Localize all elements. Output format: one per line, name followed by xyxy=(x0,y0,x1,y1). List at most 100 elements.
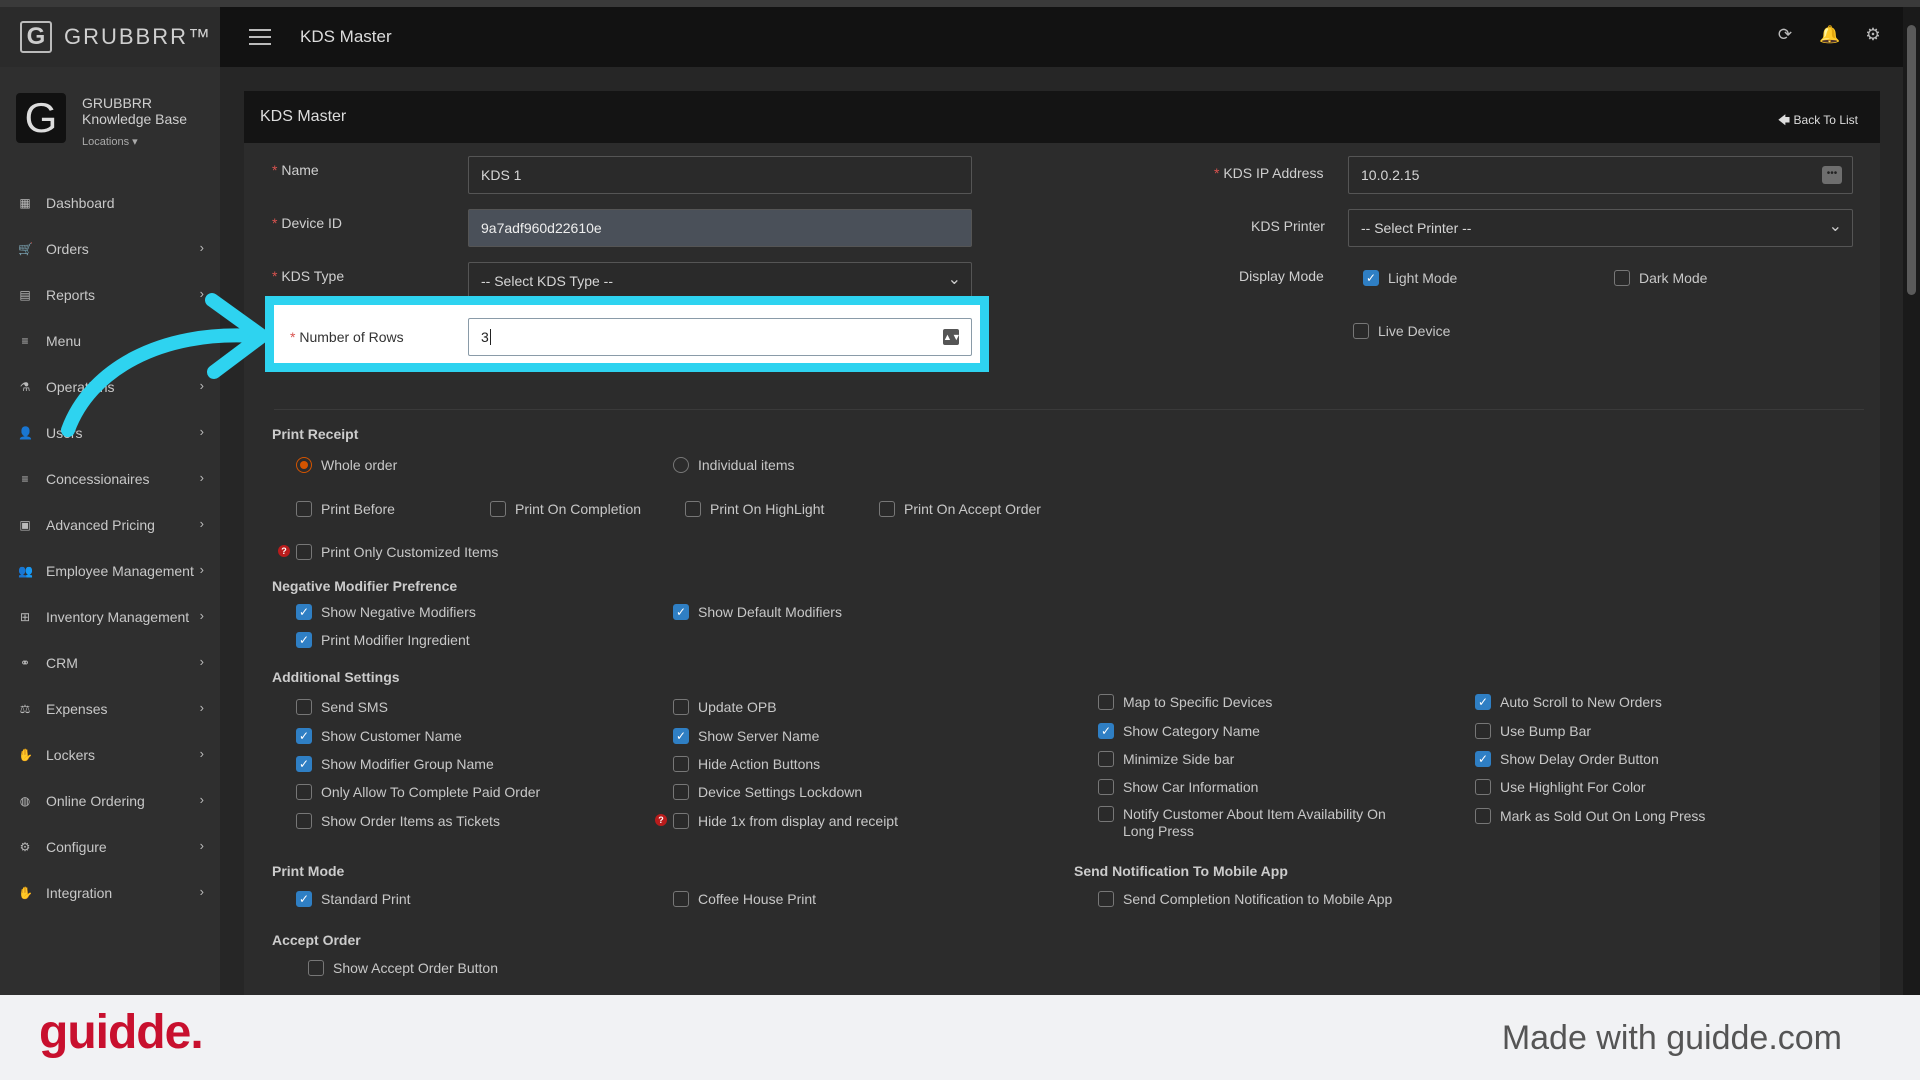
whole-order-radio[interactable]: Whole order xyxy=(296,457,397,474)
help-icon[interactable]: ? xyxy=(278,545,290,557)
dashboard-icon: ▦ xyxy=(19,196,31,210)
chevron-right-icon: › xyxy=(199,884,204,899)
sidebar-item-advanced-pricing[interactable]: ▣ Advanced Pricing › xyxy=(0,502,220,548)
device-lockdown-checkbox[interactable]: Device Settings Lockdown xyxy=(673,784,862,801)
send-completion-notification-checkbox[interactable]: Send Completion Notification to Mobile A… xyxy=(1098,891,1392,908)
sidebar-item-dashboard[interactable]: ▦ Dashboard xyxy=(0,180,220,226)
footer: guidde. Made with guidde.com xyxy=(0,995,1920,1080)
sidebar-item-integration[interactable]: ✋ Integration › xyxy=(0,870,220,916)
live-device-checkbox[interactable]: Live Device xyxy=(1353,323,1450,340)
show-default-modifiers-checkbox[interactable]: ✓ Show Default Modifiers xyxy=(673,604,842,621)
browser-strip xyxy=(0,0,1920,7)
locations-dropdown[interactable]: Locations ▾ xyxy=(82,135,138,148)
notify-customer-checkbox[interactable]: Notify Customer About Item Availability … xyxy=(1098,806,1418,840)
brand[interactable]: G GRUBBRR™ xyxy=(0,7,220,67)
main-content: KDS Master 🡄 Back To List * Name KDS 1 *… xyxy=(220,67,1903,995)
back-to-list-label: Back To List xyxy=(1793,113,1858,127)
panel-title: KDS Master xyxy=(260,108,347,125)
bell-icon[interactable]: 🔔 xyxy=(1819,25,1840,45)
refresh-icon[interactable]: ⟳ xyxy=(1775,25,1795,45)
device-id-input[interactable]: 9a7adf960d22610e xyxy=(468,209,972,247)
kds-type-select[interactable]: -- Select KDS Type -- xyxy=(468,262,972,300)
scroll-thumb[interactable] xyxy=(1907,25,1916,295)
show-items-tickets-checkbox[interactable]: Show Order Items as Tickets xyxy=(296,813,500,830)
sidebar-item-label: Dashboard xyxy=(46,195,115,211)
print-only-customized-checkbox[interactable]: Print Only Customized Items xyxy=(296,544,498,561)
kds-ip-value: 10.0.2.15 xyxy=(1361,167,1420,183)
only-allow-paid-checkbox[interactable]: Only Allow To Complete Paid Order xyxy=(296,784,540,801)
sidebar-item-label: Concessionaires xyxy=(46,471,150,487)
hide-action-buttons-checkbox[interactable]: Hide Action Buttons xyxy=(673,756,820,773)
checkbox-checked-icon: ✓ xyxy=(1363,270,1379,286)
minimize-side-bar-checkbox[interactable]: Minimize Side bar xyxy=(1098,751,1234,768)
link-icon: ⚭ xyxy=(19,656,31,670)
kds-ip-input[interactable]: 10.0.2.15 ••• xyxy=(1348,156,1853,194)
sidebar-item-employee-management[interactable]: 👥 Employee Management › xyxy=(0,548,220,594)
print-on-completion-checkbox[interactable]: Print On Completion xyxy=(490,501,641,518)
individual-items-radio[interactable]: Individual items xyxy=(673,457,795,474)
more-icon[interactable]: ••• xyxy=(1822,166,1842,184)
mark-sold-out-checkbox[interactable]: Mark as Sold Out On Long Press xyxy=(1475,808,1705,825)
update-opb-checkbox[interactable]: Update OPB xyxy=(673,699,777,716)
show-negative-modifiers-checkbox[interactable]: ✓ Show Negative Modifiers xyxy=(296,604,476,621)
sidebar-item-label: Orders xyxy=(46,241,89,257)
sidebar-item-label: Employee Management xyxy=(46,563,194,579)
scrollbar[interactable] xyxy=(1903,7,1920,995)
chevron-right-icon: › xyxy=(199,608,204,623)
sidebar-item-label: Expenses xyxy=(46,701,108,717)
locker-icon: ✋ xyxy=(18,748,33,762)
sidebar-item-label: Lockers xyxy=(46,747,96,763)
notification-heading: Send Notification To Mobile App xyxy=(1074,863,1288,879)
auto-scroll-checkbox[interactable]: ✓ Auto Scroll to New Orders xyxy=(1475,694,1662,711)
sidebar-item-orders[interactable]: 🛒 Orders › xyxy=(0,226,220,272)
sidebar: G GRUBBRR Knowledge Base Locations ▾ ▦ Da… xyxy=(0,67,220,995)
dark-mode-checkbox[interactable]: Dark Mode xyxy=(1614,270,1707,287)
chevron-right-icon: › xyxy=(199,562,204,577)
light-mode-checkbox[interactable]: ✓ Light Mode xyxy=(1363,270,1457,287)
globe-icon: ◍ xyxy=(19,794,31,808)
send-sms-checkbox[interactable]: Send SMS xyxy=(296,699,388,716)
name-input[interactable]: KDS 1 xyxy=(468,156,972,194)
show-delay-order-checkbox[interactable]: ✓ Show Delay Order Button xyxy=(1475,751,1659,768)
chevron-right-icon: › xyxy=(199,838,204,853)
coffee-house-print-checkbox[interactable]: Coffee House Print xyxy=(673,891,816,908)
spinner-icon[interactable]: ▲▼ xyxy=(943,329,961,345)
use-highlight-color-checkbox[interactable]: Use Highlight For Color xyxy=(1475,779,1646,796)
additional-settings-heading: Additional Settings xyxy=(272,669,400,685)
gear-icon[interactable]: ⚙ xyxy=(1863,25,1883,45)
sidebar-item-expenses[interactable]: ⚖ Expenses › xyxy=(0,686,220,732)
use-bump-bar-checkbox[interactable]: Use Bump Bar xyxy=(1475,723,1591,740)
sidebar-item-lockers[interactable]: ✋ Lockers › xyxy=(0,732,220,778)
standard-print-checkbox[interactable]: ✓ Standard Print xyxy=(296,891,411,908)
hide-1x-checkbox[interactable]: Hide 1x from display and receipt xyxy=(673,813,898,830)
show-accept-order-checkbox[interactable]: Show Accept Order Button xyxy=(308,960,498,977)
sitemap-icon: ⊞ xyxy=(19,610,31,624)
show-car-info-checkbox[interactable]: Show Car Information xyxy=(1098,779,1258,796)
sidebar-item-concessionaires[interactable]: ≡ Concessionaires › xyxy=(0,456,220,502)
footer-text: Made with guidde.com xyxy=(1501,1019,1842,1057)
print-modifier-ingredient-checkbox[interactable]: ✓ Print Modifier Ingredient xyxy=(296,632,470,649)
print-on-highlight-checkbox[interactable]: Print On HighLight xyxy=(685,501,824,518)
show-modifier-group-checkbox[interactable]: ✓ Show Modifier Group Name xyxy=(296,756,494,773)
print-on-accept-checkbox[interactable]: Print On Accept Order xyxy=(879,501,1041,518)
sidebar-item-online-ordering[interactable]: ◍ Online Ordering › xyxy=(0,778,220,824)
guidde-logo: guidde. xyxy=(39,1006,204,1059)
show-customer-name-checkbox[interactable]: ✓ Show Customer Name xyxy=(296,728,462,745)
chevron-right-icon: › xyxy=(199,516,204,531)
number-of-rows-input[interactable]: 3 ▲▼ xyxy=(468,318,972,356)
sidebar-item-inventory-management[interactable]: ⊞ Inventory Management › xyxy=(0,594,220,640)
show-server-name-checkbox[interactable]: ✓ Show Server Name xyxy=(673,728,819,745)
kds-printer-select[interactable]: -- Select Printer -- xyxy=(1348,209,1853,247)
user-icon: 👤 xyxy=(18,426,33,440)
cart-icon: 🛒 xyxy=(18,242,33,256)
print-before-checkbox[interactable]: Print Before xyxy=(296,501,395,518)
map-devices-checkbox[interactable]: Map to Specific Devices xyxy=(1098,694,1272,711)
pointer-arrow-icon xyxy=(61,293,269,437)
sidebar-item-configure[interactable]: ⚙ Configure › xyxy=(0,824,220,870)
hamburger-menu-icon[interactable] xyxy=(249,29,271,45)
back-to-list-link[interactable]: 🡄 Back To List xyxy=(1778,111,1858,132)
show-category-name-checkbox[interactable]: ✓ Show Category Name xyxy=(1098,723,1260,740)
help-icon[interactable]: ? xyxy=(655,814,667,826)
sidebar-item-crm[interactable]: ⚭ CRM › xyxy=(0,640,220,686)
number-of-rows-highlight: * Number of Rows 3 ▲▼ xyxy=(265,296,989,372)
